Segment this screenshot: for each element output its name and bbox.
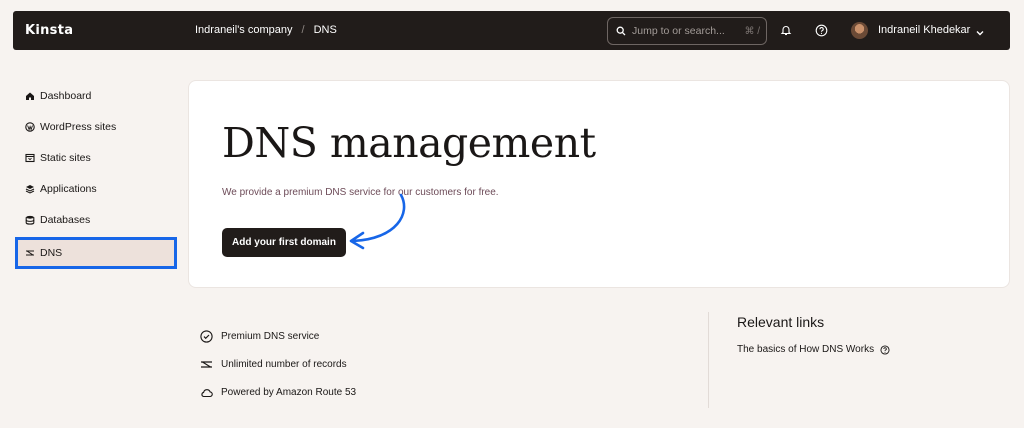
sidebar-item-label: Static sites [40, 151, 91, 164]
chevron-down-icon[interactable] [975, 25, 985, 43]
dns-icon [201, 360, 212, 368]
search-shortcut: ⌘ / [744, 25, 760, 37]
database-icon [25, 215, 35, 225]
link-dns-basics[interactable]: The basics of How DNS Works [737, 344, 890, 355]
help-icon [880, 344, 890, 355]
user-name[interactable]: Indraneil Khedekar [878, 24, 970, 36]
link-label: The basics of How DNS Works [737, 344, 875, 355]
top-bar: Kinsta Indraneil's company / DNS Jump to… [13, 11, 1010, 50]
divider [708, 312, 709, 408]
applications-icon [25, 184, 35, 194]
annotation-arrow-icon [349, 193, 406, 250]
bell-icon[interactable] [778, 22, 794, 38]
page-title: DNS management [222, 119, 596, 167]
sidebar-item-label: Applications [40, 182, 97, 195]
relevant-links-title: Relevant links [737, 314, 825, 330]
breadcrumb: Indraneil's company / DNS [195, 24, 337, 36]
search-placeholder: Jump to or search... [632, 25, 725, 37]
sidebar-item-label: Databases [40, 213, 91, 226]
sidebar-item-static-sites[interactable]: Static sites [15, 142, 177, 173]
feature-label: Premium DNS service [221, 330, 320, 342]
search-icon [616, 26, 626, 36]
avatar[interactable] [851, 22, 868, 39]
list-item: Premium DNS service [200, 322, 356, 350]
check-circle-icon [200, 329, 213, 343]
add-first-domain-button[interactable]: Add your first domain [222, 228, 346, 257]
features-list: Premium DNS service Unlimited number of … [200, 322, 356, 406]
feature-label: Unlimited number of records [221, 358, 347, 370]
sidebar-item-dashboard[interactable]: Dashboard [15, 80, 177, 111]
wordpress-icon [25, 121, 35, 132]
cloud-icon [201, 388, 213, 397]
home-icon [26, 92, 34, 100]
feature-label: Powered by Amazon Route 53 [221, 386, 357, 398]
list-item: Unlimited number of records [200, 350, 356, 378]
sidebar-item-applications[interactable]: Applications [15, 173, 177, 204]
static-sites-icon [25, 153, 35, 162]
list-item: Powered by Amazon Route 53 [200, 378, 356, 406]
breadcrumb-separator: / [301, 24, 305, 36]
kinsta-logo[interactable]: Kinsta [25, 23, 73, 38]
sidebar-item-label: WordPress sites [40, 120, 117, 133]
sidebar-item-label: Dashboard [40, 89, 92, 102]
help-icon[interactable] [813, 22, 829, 38]
sidebar-item-wordpress-sites[interactable]: WordPress sites [15, 111, 177, 142]
sidebar: Dashboard WordPress sites Static sites A… [15, 80, 177, 269]
sidebar-item-dns[interactable]: DNS [15, 237, 177, 269]
dns-intro-card: DNS management We provide a premium DNS … [188, 80, 1010, 288]
sidebar-item-label: DNS [40, 247, 63, 259]
breadcrumb-dns: DNS [313, 24, 337, 36]
sidebar-item-databases[interactable]: Databases [15, 204, 177, 235]
breadcrumb-company[interactable]: Indraneil's company [195, 24, 293, 36]
search-input[interactable]: Jump to or search... ⌘ / [607, 17, 767, 45]
dns-icon [26, 250, 34, 256]
